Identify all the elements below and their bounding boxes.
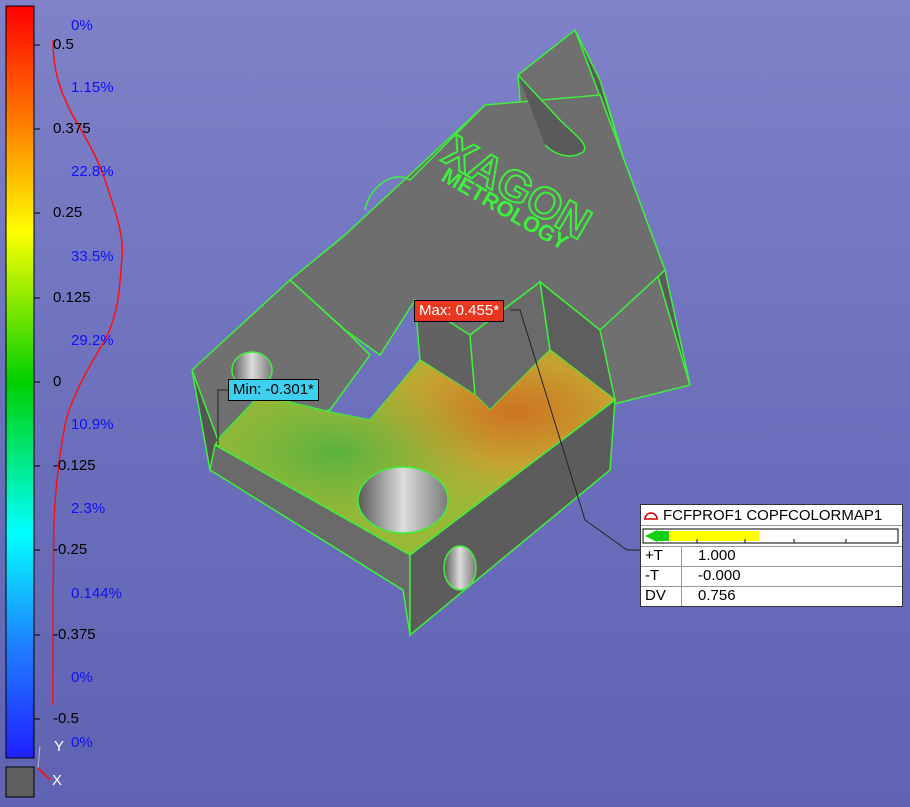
scale-label: 0.25 [53, 204, 83, 221]
fcf-row-minus-tol: -T -0.000 [641, 566, 902, 586]
color-scale-swatch [5, 766, 35, 798]
scale-label: 0.375 [53, 120, 91, 137]
min-deviation-label[interactable]: Min: -0.301* [228, 379, 319, 401]
3d-viewport[interactable]: XAGON METROLOGY [0, 0, 910, 807]
percent-label: 1.15% [71, 79, 114, 96]
percent-label: 2.3% [71, 500, 106, 517]
scale-label: 0 [53, 373, 62, 390]
fcf-title: FCFPROF1 COPFCOLORMAP1 [663, 506, 883, 524]
part-model[interactable]: XAGON METROLOGY [191, 28, 691, 637]
fcf-row-value: 0.756 [698, 587, 736, 604]
percent-label: 0% [71, 734, 93, 751]
fcf-row-plus-tol: +T 1.000 [641, 547, 902, 566]
percent-label: 0% [71, 669, 93, 686]
distribution-curve [52, 39, 124, 706]
color-scale-bar [5, 5, 35, 759]
tolerance-bar [641, 526, 902, 547]
max-deviation-label[interactable]: Max: 0.455* [414, 300, 505, 322]
fcf-row-value: 1.000 [698, 547, 736, 564]
percent-label: 33.5% [71, 248, 114, 265]
scale-label: -0.375 [53, 626, 96, 643]
fcf-row-key: DV [641, 587, 682, 606]
fcf-row-value: -0.000 [698, 567, 741, 584]
x-axis-label: X [52, 772, 63, 789]
y-axis-label: Y [54, 738, 65, 755]
percent-label: 29.2% [71, 332, 114, 349]
percent-label: 0.144% [71, 585, 122, 602]
percent-label: 10.9% [71, 416, 114, 433]
axis-triad [37, 745, 51, 781]
fcf-row-key: +T [641, 547, 682, 566]
percent-label: 22.8% [71, 163, 114, 180]
scale-label: 0.125 [53, 289, 91, 306]
fcf-row-deviation: DV 0.756 [641, 586, 902, 606]
scale-ticks [34, 44, 40, 720]
scale-label: 0.5 [53, 36, 74, 53]
scale-label: -0.125 [53, 457, 96, 474]
percent-label: 0% [71, 17, 93, 34]
profile-surface-icon [641, 506, 661, 524]
scale-label: -0.25 [53, 541, 88, 558]
scale-label: -0.5 [53, 710, 79, 727]
fcf-row-key: -T [641, 567, 682, 586]
fcf-report-box[interactable]: FCFPROF1 COPFCOLORMAP1 +T 1.000 -T -0.00… [640, 504, 903, 607]
